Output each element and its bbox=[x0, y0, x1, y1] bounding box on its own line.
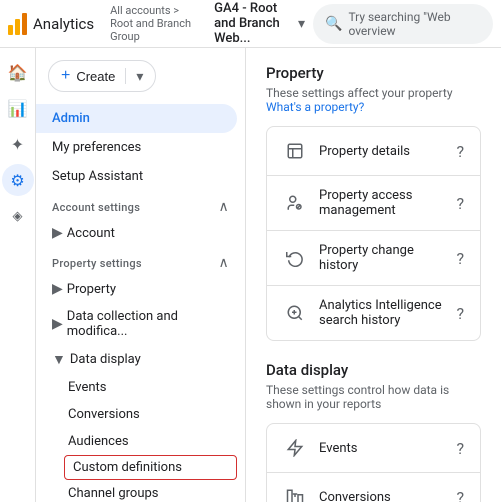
property-details-chevron-icon: ? bbox=[456, 142, 464, 161]
search-bar[interactable]: 🔍 Try searching "Web overview bbox=[313, 4, 493, 44]
app-title: Analytics bbox=[33, 15, 94, 33]
create-button[interactable]: + Create ▾ bbox=[48, 60, 156, 92]
nav-my-preferences[interactable]: My preferences bbox=[36, 133, 237, 162]
nav-audiences[interactable]: Audiences bbox=[36, 428, 237, 455]
property-access-chevron-icon: ? bbox=[456, 194, 464, 213]
property-details-icon bbox=[283, 139, 307, 163]
account-toggle-icon[interactable]: ∧ bbox=[218, 199, 229, 215]
search-placeholder: Try searching "Web overview bbox=[348, 10, 481, 38]
nav-setup-assistant[interactable]: Setup Assistant bbox=[36, 162, 237, 191]
setup-assistant-label: Setup Assistant bbox=[52, 169, 143, 184]
data-display-list: Events ? Conversions ? Audiences bbox=[266, 423, 481, 502]
events-icon bbox=[283, 436, 307, 460]
create-label: Create bbox=[76, 69, 115, 84]
property-name: GA4 - Root and Branch Web... bbox=[214, 1, 294, 46]
nav-admin[interactable]: Admin bbox=[36, 104, 237, 133]
nav-account[interactable]: ▶ Account bbox=[36, 219, 245, 247]
main-layout: 🏠 📊 ✦ ⚙ ◈ + Create ▾ Admin My preference… bbox=[0, 48, 501, 502]
plus-icon: + bbox=[61, 67, 70, 85]
sidebar-explore-icon[interactable]: ✦ bbox=[2, 128, 34, 160]
property-details-label: Property details bbox=[319, 144, 444, 159]
admin-label: Admin bbox=[52, 111, 90, 126]
icon-sidebar: 🏠 📊 ✦ ⚙ ◈ bbox=[0, 48, 36, 502]
data-collection-expand-icon: ▶ bbox=[52, 316, 63, 332]
search-icon: 🔍 bbox=[325, 16, 342, 32]
data-display-section: Data display These settings control how … bbox=[266, 361, 481, 502]
property-section: Property These settings affect your prop… bbox=[266, 64, 481, 341]
nav-property[interactable]: ▶ Property bbox=[36, 275, 245, 303]
breadcrumb: All accounts > Root and Branch Group bbox=[110, 4, 202, 43]
property-history-label: Property change history bbox=[319, 243, 444, 273]
sidebar-reports-icon[interactable]: 📊 bbox=[2, 92, 34, 124]
conversions-icon bbox=[283, 485, 307, 502]
account-expand-icon: ▶ bbox=[52, 225, 63, 241]
property-access-icon bbox=[283, 191, 307, 215]
main-content: Property These settings affect your prop… bbox=[246, 48, 501, 502]
sidebar-advertising-icon[interactable]: ◈ bbox=[2, 200, 34, 232]
data-display-subtitle: These settings control how data is shown… bbox=[266, 383, 481, 411]
nav-events[interactable]: Events bbox=[36, 374, 237, 401]
sidebar-admin-icon[interactable]: ⚙ bbox=[2, 164, 34, 196]
nav-data-collection[interactable]: ▶ Data collection and modifica... bbox=[36, 303, 245, 345]
analytics-icon bbox=[8, 13, 27, 35]
property-access-item[interactable]: Property access management ? bbox=[267, 176, 480, 231]
property-history-chevron-icon: ? bbox=[456, 249, 464, 268]
my-preferences-label: My preferences bbox=[52, 140, 141, 155]
property-access-label: Property access management bbox=[319, 188, 444, 218]
nav-custom-definitions[interactable]: Custom definitions bbox=[64, 455, 237, 480]
create-chevron-icon: ▾ bbox=[136, 68, 143, 85]
property-selector[interactable]: GA4 - Root and Branch Web... ▾ bbox=[214, 1, 305, 46]
property-details-item[interactable]: Property details ? bbox=[267, 127, 480, 176]
data-display-expand-icon: ▼ bbox=[52, 351, 66, 368]
property-section-subtitle: These settings affect your property What… bbox=[266, 86, 481, 114]
analytics-intelligence-chevron-icon: ? bbox=[456, 304, 464, 323]
events-chevron-icon: ? bbox=[456, 439, 464, 458]
top-bar: Analytics All accounts > Root and Branch… bbox=[0, 0, 501, 48]
events-label: Events bbox=[319, 441, 444, 456]
whats-property-link[interactable]: What's a property? bbox=[266, 100, 364, 114]
property-section-title: Property bbox=[266, 64, 481, 82]
property-history-icon bbox=[283, 246, 307, 270]
events-item[interactable]: Events ? bbox=[267, 424, 480, 473]
property-toggle-icon[interactable]: ∧ bbox=[218, 255, 229, 271]
data-display-title: Data display bbox=[266, 361, 481, 379]
account-settings-header: Account settings ∧ bbox=[36, 191, 245, 219]
property-settings-header: Property settings ∧ bbox=[36, 247, 245, 275]
analytics-intelligence-label: Analytics Intelligence search history bbox=[319, 298, 444, 328]
conversions-chevron-icon: ? bbox=[456, 488, 464, 502]
analytics-intelligence-icon bbox=[283, 301, 307, 325]
nav-channel-groups[interactable]: Channel groups bbox=[36, 480, 237, 502]
logo: Analytics bbox=[8, 13, 94, 35]
sidebar-home-icon[interactable]: 🏠 bbox=[2, 56, 34, 88]
nav-data-display[interactable]: ▼ Data display bbox=[36, 345, 245, 374]
nav-conversions[interactable]: Conversions bbox=[36, 401, 237, 428]
divider bbox=[125, 68, 126, 84]
property-expand-icon: ▶ bbox=[52, 281, 63, 297]
property-settings-list: Property details ? Property access manag… bbox=[266, 126, 481, 341]
chevron-down-icon: ▾ bbox=[298, 16, 305, 32]
left-nav: + Create ▾ Admin My preferences Setup As… bbox=[36, 48, 246, 502]
property-history-item[interactable]: Property change history ? bbox=[267, 231, 480, 286]
analytics-intelligence-item[interactable]: Analytics Intelligence search history ? bbox=[267, 286, 480, 340]
conversions-item[interactable]: Conversions ? bbox=[267, 473, 480, 502]
conversions-label: Conversions bbox=[319, 490, 444, 502]
